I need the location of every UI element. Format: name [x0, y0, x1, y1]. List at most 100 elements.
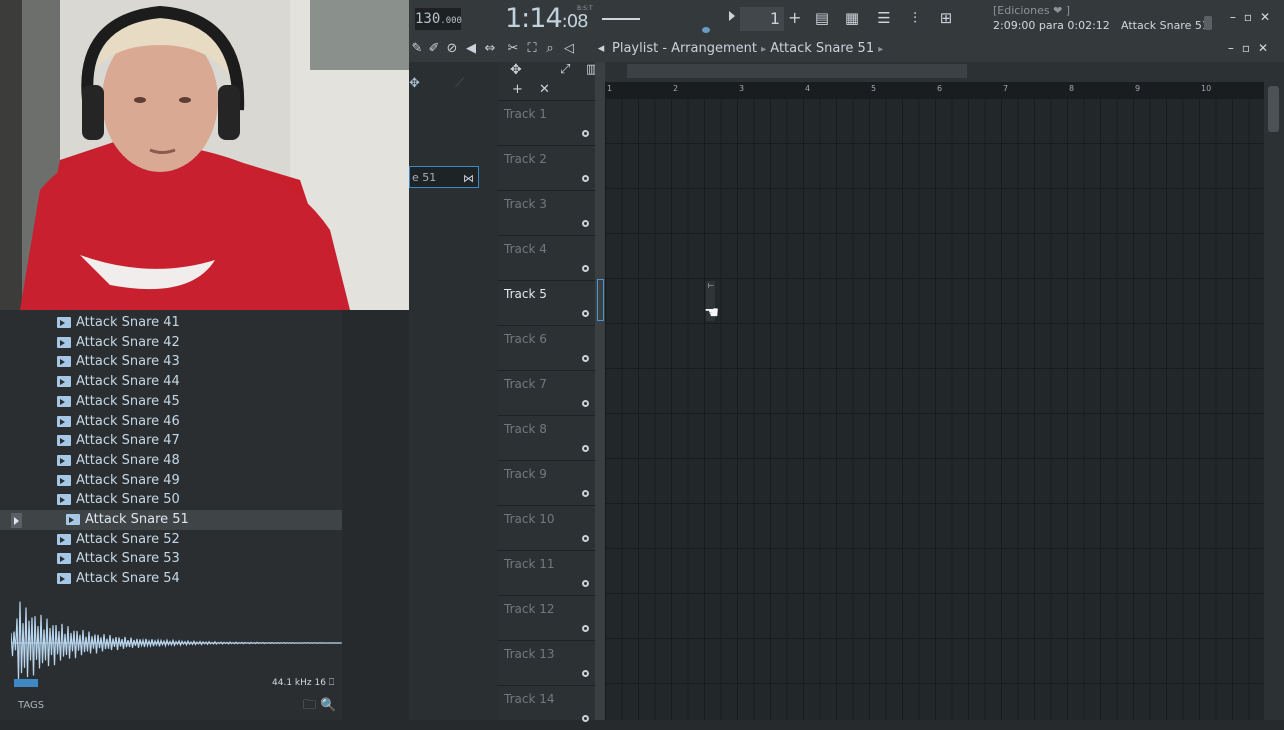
browser-item[interactable]: Attack Snare 44 [0, 372, 342, 392]
audio-file-icon [57, 533, 71, 545]
track-enable-icon[interactable] [582, 535, 589, 542]
track-enable-icon[interactable] [582, 220, 589, 227]
slip-tool-icon[interactable]: ⇔ [482, 41, 498, 59]
timeline-ruler[interactable]: 1 2 3 4 5 6 7 8 9 10 [605, 82, 1264, 98]
arrangement-menu-icon[interactable]: ◂ [593, 41, 609, 59]
track-header[interactable]: Track 13 [498, 640, 595, 685]
picker-nav-icon[interactable]: ✥ [409, 76, 420, 91]
track-enable-icon[interactable] [582, 490, 589, 497]
snap-icon[interactable]: ⤢ [560, 62, 570, 77]
track-enable-icon[interactable] [582, 715, 589, 722]
pattern-play-icon[interactable] [729, 11, 735, 21]
track-enable-icon[interactable] [582, 310, 589, 317]
record-indicator-icon[interactable] [702, 27, 710, 33]
browser-item[interactable]: Attack Snare 43 [0, 352, 342, 372]
search-icon[interactable]: 🔍 [320, 698, 336, 713]
edit-history[interactable]: [Ediciones ❤ ] [993, 4, 1070, 17]
slice-tool-icon[interactable]: ✂ [505, 41, 521, 59]
zoom-tool-icon[interactable]: ⌕ [542, 41, 558, 59]
add-track-icon[interactable]: + [512, 82, 523, 97]
preview-position-marker[interactable] [14, 679, 38, 687]
move-icon[interactable]: ✥ [510, 62, 522, 78]
tempo-value: 130 [415, 11, 441, 27]
browser-item[interactable]: Attack Snare 49 [0, 471, 342, 491]
track-enable-icon[interactable] [582, 445, 589, 452]
track-header[interactable]: Track 8 [498, 415, 595, 460]
mixer-icon[interactable]: ⫶ [905, 8, 925, 28]
track-enable-icon[interactable] [582, 625, 589, 632]
channel-rack-icon[interactable]: ☰ [874, 8, 894, 28]
horizontal-scrollbar[interactable] [605, 62, 1284, 82]
audio-file-icon [57, 494, 71, 506]
browser-item[interactable]: Attack Snare 51 [0, 510, 342, 530]
browser-item[interactable]: Attack Snare 41 [0, 313, 342, 333]
pattern-selector[interactable]: 1 [740, 7, 784, 31]
browser-item-label: Attack Snare 46 [76, 413, 180, 429]
delete-tool-icon[interactable]: ⊘ [444, 41, 460, 59]
track-header[interactable]: Track 14 [498, 685, 595, 730]
browser-item[interactable]: Attack Snare 52 [0, 530, 342, 550]
browser-item[interactable]: Attack Snare 47 [0, 431, 342, 451]
browser-item[interactable]: Attack Snare 46 [0, 412, 342, 432]
track-enable-icon[interactable] [582, 130, 589, 137]
pencil-tool-icon[interactable]: ✎ [409, 41, 425, 59]
browser-item[interactable]: Attack Snare 53 [0, 549, 342, 569]
playback-tool-icon[interactable]: ◁ [561, 41, 577, 59]
track-grip-column[interactable] [595, 62, 605, 720]
browser-item-label: Attack Snare 54 [76, 571, 180, 587]
sample-save-icon[interactable]: ⎕ [329, 678, 334, 688]
browser-item[interactable]: Attack Snare 50 [0, 490, 342, 510]
vertical-scrollbar[interactable] [1264, 82, 1284, 720]
track-enable-icon[interactable] [582, 265, 589, 272]
track-name: Track 9 [504, 467, 547, 481]
vertical-scroll-thumb[interactable] [1268, 86, 1279, 132]
track-header[interactable]: Track 12 [498, 595, 595, 640]
track-enable-icon[interactable] [582, 355, 589, 362]
app-window-buttons[interactable]: –▫✕ [1230, 10, 1278, 24]
track-header[interactable]: Track 11 [498, 550, 595, 595]
track-enable-icon[interactable] [582, 400, 589, 407]
browser-item[interactable]: Attack Snare 45 [0, 392, 342, 412]
track-header[interactable]: Track 5 [498, 280, 595, 325]
audio-file-icon [57, 395, 71, 407]
master-pitch-slider[interactable] [602, 18, 640, 20]
track-header[interactable]: Track 2 [498, 145, 595, 190]
picker-selected-clip[interactable]: e 51 ⋈ [409, 166, 479, 188]
waveform-preview[interactable] [11, 597, 342, 689]
audio-file-icon [66, 514, 80, 525]
playlist-window-icon[interactable]: ▤ [812, 8, 832, 28]
browser-icon[interactable]: ⊞ [936, 8, 956, 28]
track-header[interactable]: Track 1 [498, 100, 595, 145]
horizontal-scroll-thumb[interactable] [627, 64, 967, 78]
browser-item[interactable]: Attack Snare 48 [0, 451, 342, 471]
preview-play-icon[interactable] [11, 513, 22, 528]
paint-tool-icon[interactable]: ✐ [426, 41, 442, 59]
playlist-window-buttons[interactable]: –▫✕ [1228, 41, 1276, 55]
mute-tool-icon[interactable]: ◀ [463, 41, 479, 59]
track-header[interactable]: Track 6 [498, 325, 595, 370]
browser-item[interactable]: Attack Snare 42 [0, 333, 342, 353]
remove-track-icon[interactable]: ✕ [539, 82, 550, 97]
track-header[interactable]: Track 3 [498, 190, 595, 235]
track-header[interactable]: Track 10 [498, 505, 595, 550]
browser-scrollbar[interactable] [342, 310, 350, 720]
track-header[interactable]: Track 9 [498, 460, 595, 505]
sample-format: 44.1 kHz 16 [272, 678, 326, 688]
track-header[interactable]: Track 7 [498, 370, 595, 415]
track-name: Track 14 [504, 692, 555, 706]
audio-file-icon [57, 336, 71, 348]
tempo-display[interactable]: 130.000 [415, 8, 462, 30]
track-headers: ✥ ⤢ ▥ + ✕ Track 1 Track 2 Track 3 Track 4 Tr… [498, 62, 598, 722]
browser-item[interactable]: Attack Snare 54 [0, 569, 342, 589]
select-tool-icon[interactable]: ⛶ [524, 41, 540, 59]
piano-roll-icon[interactable]: ▦ [842, 8, 862, 28]
track-enable-icon[interactable] [582, 580, 589, 587]
output-volume-slider[interactable] [1204, 16, 1212, 30]
folder-icon[interactable]: 🗀 [303, 698, 316, 713]
track-header[interactable]: Track 4 [498, 235, 595, 280]
playlist-grid[interactable] [605, 98, 1264, 720]
add-pattern-button[interactable]: + [788, 8, 801, 27]
track-enable-icon[interactable] [582, 670, 589, 677]
track-enable-icon[interactable] [582, 175, 589, 182]
song-position-display[interactable]: 1:14:08 [505, 3, 589, 34]
